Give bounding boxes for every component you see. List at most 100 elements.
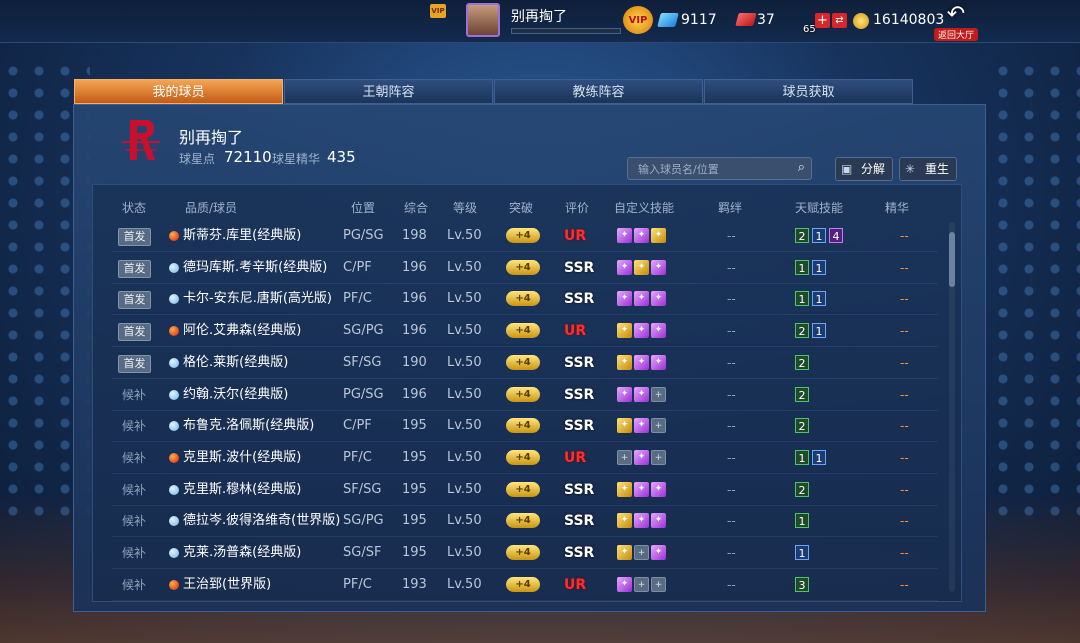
skill-icon[interactable]: ✦ [617,513,632,529]
talent-level-badge: 1 [795,449,809,465]
custom-skills: ✦ ✦ ✦ [617,228,668,244]
gem-count: 9117 [681,12,717,28]
table-row[interactable]: 候补 布鲁克.洛佩斯(经典版) C/PF 195 Lv.50 +4 SSR ✦ ✦ + -- 2 -- [112,411,938,443]
table-row[interactable]: 首发 斯蒂芬.库里(经典版) PG/SG 198 Lv.50 +4 UR ✦ ✦ ✦ -- 2 1 4 -- [112,221,938,252]
empty-skill-slot-icon[interactable]: + [651,418,666,434]
quality-icon [169,294,179,305]
tab-my-players[interactable]: 我的球员 [74,79,283,104]
skill-icon[interactable]: ✦ [651,513,666,529]
empty-skill-slot-icon[interactable]: + [617,449,632,465]
decompose-button[interactable]: ▣ 分解 [835,157,893,181]
scrollbar-thumb[interactable] [949,232,955,287]
empty-skill-slot-icon[interactable]: + [651,576,666,592]
skill-icon[interactable]: ✦ [634,418,649,434]
skill-icon[interactable]: ✦ [617,228,632,243]
add-currency-button[interactable]: + [815,13,830,28]
skill-icon[interactable]: ✦ [617,545,632,560]
back-to-lobby-button[interactable]: ↶ 返回大厅 [934,2,978,41]
skill-icon[interactable]: ✦ [634,291,649,307]
skill-icon[interactable]: ✦ [634,481,649,497]
table-row[interactable]: 首发 阿伦.艾弗森(经典版) SG/PG 196 Lv.50 +4 UR ✦ ✦ ✦ -- 2 1 -- [112,316,938,348]
skill-icon[interactable]: ✦ [651,259,666,275]
essence-value: -- [900,514,909,529]
rebirth-button[interactable]: ✳ 重生 [899,157,957,181]
skill-icon[interactable]: ✦ [634,449,649,465]
skill-icon[interactable]: ✦ [634,323,649,339]
empty-skill-slot-icon[interactable]: + [651,449,666,465]
decompose-icon: ▣ [841,162,853,176]
skill-icon[interactable]: ✦ [617,323,632,339]
team-name: 别再掏了 [179,128,244,147]
vip-badge-icon[interactable]: VIP [623,6,653,34]
player-level-value: Lv.50 [447,354,482,370]
bond-value: -- [727,419,736,434]
table-row[interactable]: 首发 德玛库斯.考辛斯(经典版) C/PF 196 Lv.50 +4 SSR ✦ ✦ ✦ -- 1 1-… [112,253,938,284]
breakthrough-badge: +4 [506,545,540,560]
skill-icon[interactable]: ✦ [617,259,632,275]
player-position: SF/SG [343,481,382,497]
quality-icon [169,484,179,495]
skill-icon[interactable]: ✦ [617,354,632,370]
avatar[interactable]: 65 [466,3,816,37]
skill-icon[interactable]: ✦ [651,291,666,307]
table-row[interactable]: 候补 王治郅(世界版) PF/C 193 Lv.50 +4 UR ✦ + + -- 3 -- [112,570,938,601]
table-row[interactable]: 候补 德拉岑.彼得洛维奇(世界版) SG/PG 195 Lv.50 +4 SSR ✦ ✦ ✦ -- 1… [112,506,938,538]
bench-status: 候补 [122,387,147,402]
skill-icon[interactable]: ✦ [651,354,666,370]
skill-icon[interactable]: ✦ [634,259,649,275]
header-status: 状态 [122,201,147,215]
search-icon[interactable]: ⌕ [798,160,805,175]
table-row[interactable]: 首发 格伦.莱斯(经典版) SF/SG 190 Lv.50 +4 SSR ✦ ✦ ✦ -- 2 -- [112,348,938,379]
essence-value: -- [900,292,909,307]
tab-coach-lineup[interactable]: 教练阵容 [494,79,703,104]
rockets-logo-icon [122,120,160,160]
essence-value: -- [900,419,909,434]
vip-crown-icon[interactable]: VIP [430,4,446,18]
skill-icon[interactable]: ✦ [651,323,666,339]
table-row[interactable]: 候补 克里斯.波什(经典版) PF/C 195 Lv.50 +4 UR + ✦ + -- 1 1 -- [112,443,938,474]
tab-acquire-players[interactable]: 球员获取 [704,79,913,104]
quality-icon [169,357,179,368]
skill-icon[interactable]: ✦ [634,354,649,370]
exchange-button[interactable]: ⇄ [832,13,847,28]
table-row[interactable]: 候补 克里斯.穆林(经典版) SF/SG 195 Lv.50 +4 SSR ✦ ✦ ✦ -- 2 -- [112,475,938,506]
bond-value: -- [727,387,736,402]
back-arrow-icon: ↶ [946,2,966,27]
player-overall: 196 [402,291,427,307]
skill-icon[interactable]: ✦ [617,418,632,434]
skill-icon[interactable]: ✦ [617,386,632,402]
rating-badge: SSR [564,513,595,530]
table-row[interactable]: 首发 卡尔-安东尼.唐斯(高光版) PF/C 196 Lv.50 +4 SSR ✦ ✦ ✦ -- 1 1… [112,284,938,316]
talent-skills: 11 [795,291,829,310]
breakthrough-badge: +4 [506,354,540,370]
skill-icon[interactable]: ✦ [651,228,666,243]
tab-dynasty-lineup[interactable]: 王朝阵容 [284,79,493,104]
skill-icon[interactable]: ✦ [651,545,666,560]
player-name: 克莱.汤普森(经典版) [183,545,302,560]
quality-icon [169,548,179,558]
skill-icon[interactable]: ✦ [617,481,632,497]
bench-status: 候补 [122,514,147,529]
ticket-count: 37 [757,12,775,28]
skill-icon[interactable]: ✦ [651,481,666,497]
skill-icon[interactable]: ✦ [634,386,649,402]
player-level-value: Lv.50 [447,449,482,465]
skill-icon[interactable]: ✦ [634,228,649,243]
empty-skill-slot-icon[interactable]: + [634,576,649,592]
skill-icon[interactable]: ✦ [617,291,632,307]
player-position: PF/C [343,291,372,307]
table-row[interactable]: 候补 约翰.沃尔(经典版) PG/SG 196 Lv.50 +4 SSR ✦ ✦ + -- 2 -- [112,380,938,411]
skill-icon[interactable]: ✦ [634,513,649,529]
table-row[interactable]: 候补 克莱.汤普森(经典版) SG/SF 195 Lv.50 +4 SSR ✦ + ✦ -- 1 -- [112,538,938,569]
empty-skill-slot-icon[interactable]: + [651,386,666,402]
player-level-value: Lv.50 [447,323,482,339]
skill-icon[interactable]: ✦ [617,576,632,592]
bond-value: -- [727,514,736,529]
search-input[interactable] [636,160,790,179]
empty-skill-slot-icon[interactable]: + [634,545,649,560]
rating-badge: UR [564,576,587,593]
custom-skills: ✦ ✦ ✦ [617,481,668,498]
player-position: C/PF [343,418,372,434]
breakthrough-badge: +4 [506,291,540,307]
player-overall: 195 [402,418,427,434]
